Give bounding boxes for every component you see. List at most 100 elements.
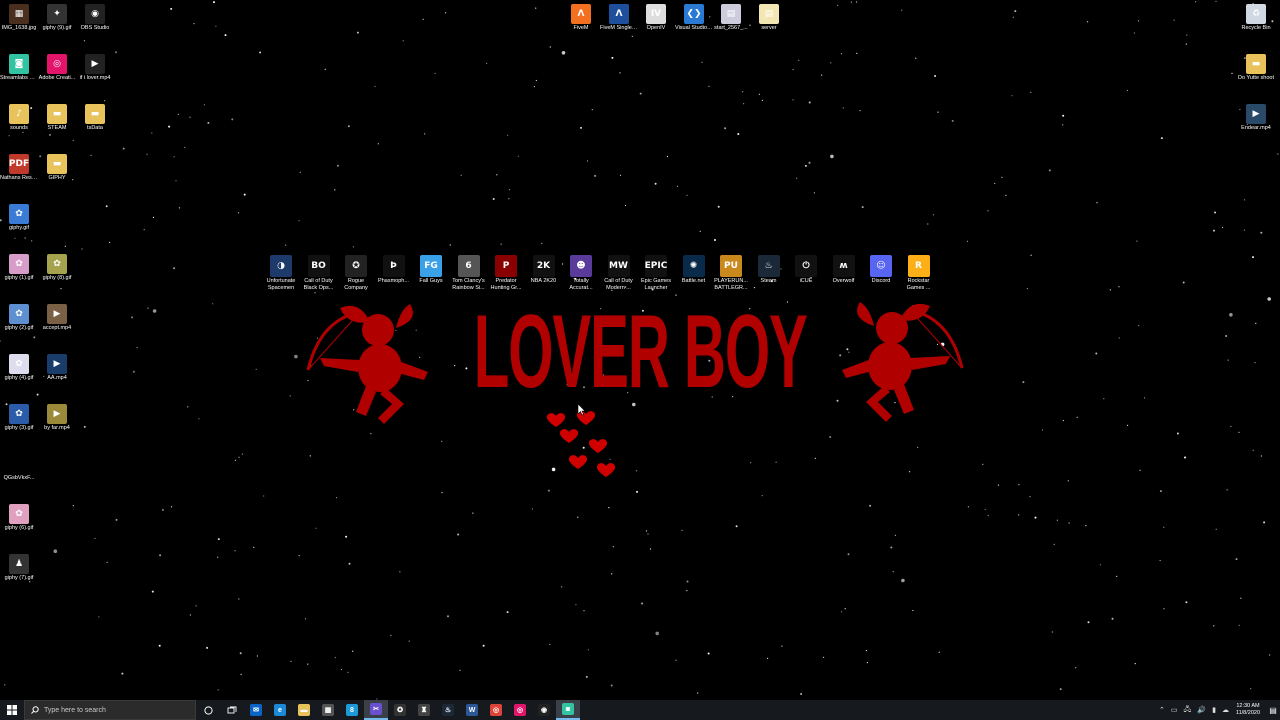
desktop-icon-openiv[interactable]: IV OpenIV (637, 0, 675, 32)
action-center-button[interactable]: ▤ (1266, 700, 1280, 720)
desktop-icon-nathans-resume[interactable]: PDFNathans Resum... (0, 150, 38, 182)
desktop-icon-ifi-lover[interactable]: ▶ if i lover.mp4 (76, 50, 114, 82)
taskbar-pin-game-bar[interactable]: ♜ (412, 700, 436, 720)
star (482, 644, 485, 647)
taskbar-pin-mail[interactable]: ✉ (244, 700, 268, 720)
desktop-icon-giphy-8[interactable]: ✿ giphy (8).gif (38, 250, 76, 282)
fall-guys-icon: FG (420, 255, 442, 277)
star (94, 537, 96, 540)
task-view-button[interactable] (220, 700, 244, 720)
desktop-icon-steam[interactable]: ♨ Steam (750, 255, 788, 291)
desktop-icon-visual-studio-code[interactable]: ❮❯Visual Studio Code (675, 0, 713, 32)
start-button[interactable] (0, 700, 24, 720)
desktop-icon-giphy-3[interactable]: ✿ giphy (3).gif (0, 400, 38, 432)
mail-icon: ✉ (250, 704, 262, 716)
star (1103, 398, 1105, 400)
desktop-icon-nba-2k20[interactable]: 2K NBA 2K20 (525, 255, 563, 291)
taskbar-pin-steam-pin[interactable]: ♨ (436, 700, 460, 720)
desktop-icon-steam-folder[interactable]: ▬ STEAM (38, 100, 76, 132)
desktop-icon-adobe-creative[interactable]: ◎ Adobe Creati... (38, 50, 76, 82)
desktop-icon-accept-mp4[interactable]: ▶ accept.mp4 (38, 300, 76, 332)
desktop-icon-giphy-6[interactable]: ✿ giphy (6).gif (0, 500, 38, 532)
desktop-icon-giphy-2[interactable]: ✿ giphy (2).gif (0, 300, 38, 332)
desktop-icon-start-file[interactable]: ▤ start_2567_... (712, 0, 750, 32)
taskbar-pin-xbox[interactable]: ✪ (388, 700, 412, 720)
desktop-icon-img-file[interactable]: ▦ IMG_1638.jpg (0, 0, 38, 32)
desktop-icon-giphy-gif[interactable]: ✿ giphy.gif (0, 200, 38, 232)
battery-icon[interactable]: ▮ (1212, 706, 1216, 714)
taskbar-clock[interactable]: 12:30 AM 11/8/2020 (1236, 703, 1260, 717)
network-icon[interactable]: 🖧 (1184, 705, 1192, 716)
star (31, 240, 33, 242)
desktop-icon-fivem[interactable]: Λ FiveM (562, 0, 600, 32)
desktop-icon-pubg[interactable]: PU PLAYERUN... BATTLEGR... (712, 255, 750, 291)
star (842, 107, 844, 109)
desktop-icon-rainbow-six[interactable]: 6 Tom Clancy's Rainbow Si... (450, 255, 488, 291)
star (115, 51, 117, 54)
desktop-icon-label: Call of Duty Black Ops... (303, 278, 334, 291)
star (1126, 89, 1129, 92)
taskbar-pin-obs-pin[interactable]: ◉ (532, 700, 556, 720)
taskbar-pin-chrome[interactable]: ◎ (484, 700, 508, 720)
desktop-icon-tsdata[interactable]: ▬ tsData (76, 100, 114, 132)
edge-icon: e (274, 704, 286, 716)
desktop-icon-fall-guys[interactable]: FG Fall Guys (412, 255, 450, 291)
desktop-icon-streamlabs-obs[interactable]: ◙ Streamlabs OBS (0, 50, 38, 82)
star (830, 62, 832, 64)
desktop-icon-giphy-1[interactable]: ✿ giphy (1).gif (0, 250, 38, 282)
desktop-icon-epic-games[interactable]: EPIC Epic Games Launcher (637, 255, 675, 291)
desktop-icon-endear-mp4[interactable]: ▶ Endear.mp4 (1237, 100, 1275, 132)
desktop-icon-giphy-folder[interactable]: ▬ GIPHY (38, 150, 76, 182)
tray-app-icon[interactable]: ▭ (1171, 706, 1178, 714)
star (743, 103, 745, 105)
taskbar-pin-store[interactable]: ▦ (316, 700, 340, 720)
taskbar-pin-file-explorer[interactable]: ▬ (292, 700, 316, 720)
desktop-icon-aa-mp4[interactable]: ▶ AA.mp4 (38, 350, 76, 382)
desktop-icon-cod-modern[interactable]: MW Call of Duty Modern ... (600, 255, 638, 291)
desktop-icon-server-file[interactable]: ▤ server (750, 0, 788, 32)
desktop-icon-giphy-4[interactable]: ✿ giphy (4).gif (0, 350, 38, 382)
volume-icon[interactable]: 🔊 (1197, 706, 1206, 714)
desktop-icon-unfortunate-spacemen[interactable]: ◑ Unfortunate Spacemen (262, 255, 300, 291)
desktop-icon-sounds-folder[interactable]: ♪ sounds (0, 100, 38, 132)
taskbar-pin-snip[interactable]: ✂ (364, 700, 388, 720)
desktop-icon-rockstar[interactable]: R Rockstar Games ... (900, 255, 938, 291)
taskbar-search-box[interactable]: Type here to search (24, 700, 196, 720)
desktop-icon-predator[interactable]: P Predator Hunting Gr... (487, 255, 525, 291)
desktop-icon-giphy-9[interactable]: ✦ giphy (9).gif (38, 0, 76, 32)
taskbar-pin-8-app[interactable]: 8 (340, 700, 364, 720)
desktop-icon-phasmophobia[interactable]: Ϸ Phasmoph... (375, 255, 413, 291)
star (917, 446, 919, 448)
taskbar-pin-adobe-pin[interactable]: ◎ (508, 700, 532, 720)
star (445, 12, 447, 14)
desktop-icon-overwolf[interactable]: ʍ Overwolf (825, 255, 863, 291)
desktop-icon-do-yute-shoot[interactable]: ▬ Do Yutte shoot (1237, 50, 1275, 82)
taskbar-pin-streamlabs-pin[interactable]: ◙ (556, 700, 580, 720)
star (152, 216, 155, 218)
windows-logo-icon (7, 705, 17, 715)
desktop-icon-discord[interactable]: ☺ Discord (862, 255, 900, 291)
taskbar-pin-edge[interactable]: e (268, 700, 292, 720)
search-icon (31, 706, 39, 714)
tray-cloud-icon[interactable]: ☁ (1222, 706, 1229, 714)
star (334, 189, 336, 191)
desktop-icon-totally-accurate[interactable]: ☻ Totally Accurat... (562, 255, 600, 291)
desktop-icon-icue[interactable]: ⏻ iCUE (787, 255, 825, 291)
desktop-icon-qgsb-file[interactable]: QGsbVkxF... (0, 450, 38, 482)
desktop-icon-giphy-7[interactable]: ♟ giphy (7).gif (0, 550, 38, 582)
star (390, 634, 392, 637)
desktop-icon-fivem-singleplayer[interactable]: ΛFiveM Singleplayer (600, 0, 638, 32)
star (655, 631, 659, 636)
star (686, 590, 688, 592)
desktop-icon-rogue-company[interactable]: ✪ Rogue Company (337, 255, 375, 291)
desktop-icon-by-far-mp4[interactable]: ▶ by far.mp4 (38, 400, 76, 432)
star (575, 604, 577, 606)
tray-expand-icon[interactable]: ⌃ (1159, 706, 1165, 714)
giphy-4-icon: ✿ (9, 354, 29, 374)
desktop-icon-recycle-bin[interactable]: ♻ Recycle Bin (1237, 0, 1275, 32)
desktop-icon-call-of-duty-bo[interactable]: BO Call of Duty Black Ops... (300, 255, 338, 291)
taskbar-pin-word[interactable]: W (460, 700, 484, 720)
desktop-icon-battle-net[interactable]: ✺ Battle.net (675, 255, 713, 291)
cortana-button[interactable] (196, 700, 220, 720)
desktop-icon-obs-studio[interactable]: ◉ OBS Studio (76, 0, 114, 32)
